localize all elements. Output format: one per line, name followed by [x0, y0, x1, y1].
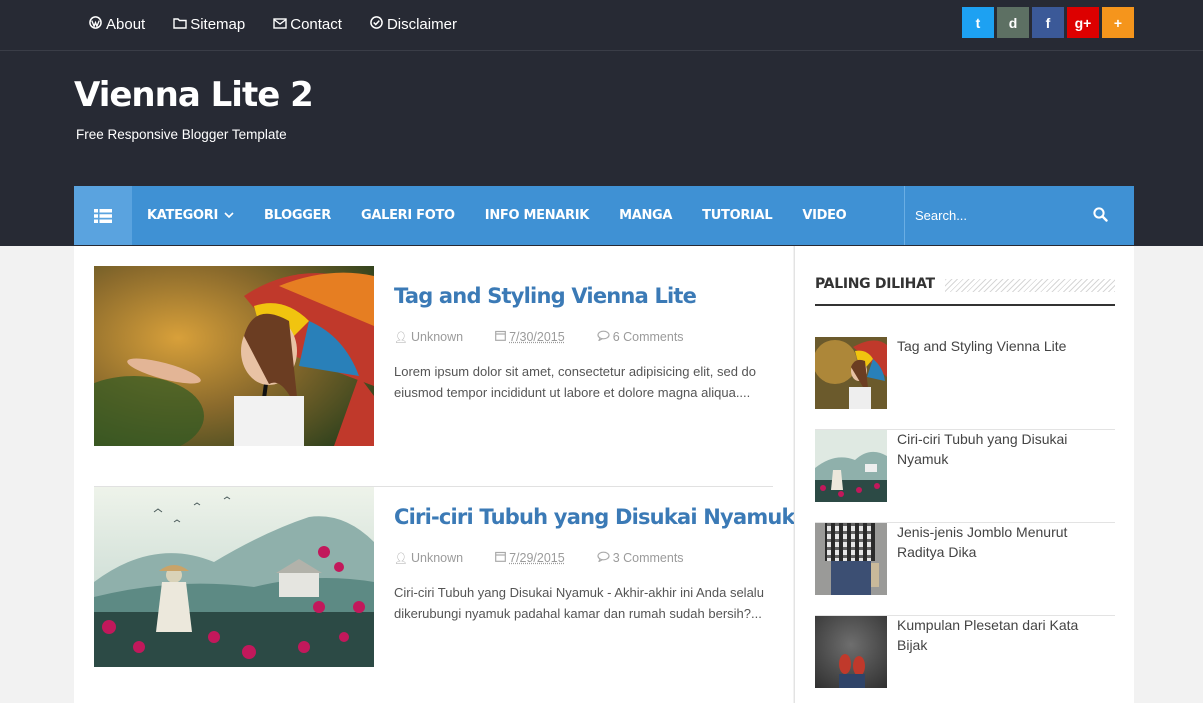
widget-title-text: PALING DILIHAT — [815, 276, 945, 292]
top-nav-about[interactable]: About — [88, 16, 145, 33]
twitter-button[interactable]: t — [962, 7, 994, 38]
popular-posts-heading: PALING DILIHAT — [815, 270, 1115, 306]
wordpress-icon — [88, 16, 103, 32]
deviantart-button[interactable]: d — [997, 7, 1029, 38]
popular-post-title[interactable]: Ciri-ciri Tubuh yang Disukai Nyamuk — [897, 430, 1107, 469]
nav-item-kategori[interactable]: KATEGORI — [147, 208, 234, 223]
main-nav: KATEGORI BLOGGER GALERI FOTO INFO MENARI… — [74, 186, 1134, 245]
post-date[interactable]: 7/30/2015 — [495, 330, 581, 344]
main-nav-items: KATEGORI BLOGGER GALERI FOTO INFO MENARI… — [147, 208, 876, 223]
post-title[interactable]: Ciri-ciri Tubuh yang Disukai Nyamuk — [394, 505, 796, 529]
check-circle-icon — [369, 16, 384, 32]
post-excerpt: Ciri-ciri Tubuh yang Disukai Nyamuk - Ak… — [394, 585, 764, 621]
top-nav-label: Disclaimer — [386, 15, 457, 33]
chevron-down-icon — [224, 212, 234, 219]
popular-post-item[interactable]: Jenis-jenis Jomblo Menurut Raditya Dika — [815, 523, 1115, 616]
nav-item-label: VIDEO — [802, 208, 847, 223]
post-meta: 👤︎ Unknown 7/30/2015 6 Comments — [394, 330, 716, 344]
post-comments[interactable]: 6 Comments — [597, 330, 700, 344]
heading-decoration — [925, 279, 1115, 292]
top-nav: About Sitemap Contact Disclaimer — [88, 0, 484, 48]
post-author-name: Unknown — [410, 551, 464, 565]
top-nav-label: About — [106, 15, 146, 33]
nav-item-label: BLOGGER — [264, 208, 331, 223]
popular-post-item[interactable]: Kumpulan Plesetan dari Kata Bijak — [815, 616, 1115, 703]
post-author[interactable]: 👤︎ Unknown — [394, 330, 479, 344]
popular-post-item[interactable]: Tag and Styling Vienna Lite — [815, 337, 1115, 430]
sidebar: PALING DILIHAT Tag and Styling Vienna Li… — [794, 246, 1134, 703]
facebook-icon: f — [1045, 14, 1051, 31]
popular-post-title[interactable]: Jenis-jenis Jomblo Menurut Raditya Dika — [897, 523, 1107, 562]
comments-icon — [597, 330, 610, 344]
post-thumbnail[interactable] — [94, 487, 374, 667]
top-nav-label: Contact — [290, 15, 342, 33]
nav-item-info-menarik[interactable]: INFO MENARIK — [484, 208, 590, 223]
post-comments-text: 3 Comments — [612, 551, 684, 565]
nav-item-label: KATEGORI — [147, 208, 219, 223]
twitter-icon: t — [975, 14, 981, 31]
facebook-button[interactable]: f — [1032, 7, 1064, 38]
popular-post-title[interactable]: Tag and Styling Vienna Lite — [897, 337, 1107, 357]
calendar-icon — [495, 330, 506, 344]
post-meta: 👤︎ Unknown 7/29/2015 3 Comments — [394, 551, 716, 565]
post-item: Ciri-ciri Tubuh yang Disukai Nyamuk 👤︎ Un… — [94, 487, 796, 703]
post-comments-text: 6 Comments — [612, 330, 684, 344]
top-nav-contact[interactable]: Contact — [272, 16, 342, 33]
envelope-icon — [272, 17, 287, 32]
deviantart-icon: d — [1008, 14, 1018, 31]
popular-post-title[interactable]: Kumpulan Plesetan dari Kata Bijak — [897, 616, 1107, 655]
post-date-text: 7/30/2015 — [509, 330, 565, 344]
google-plus-button[interactable]: g+ — [1067, 7, 1099, 38]
post-title[interactable]: Tag and Styling Vienna Lite — [394, 284, 697, 308]
post-date[interactable]: 7/29/2015 — [495, 551, 581, 565]
popular-post-thumbnail[interactable] — [815, 337, 887, 409]
social-buttons: t d f g+ + — [959, 7, 1134, 38]
top-nav-label: Sitemap — [190, 15, 246, 33]
more-share-button[interactable]: + — [1102, 7, 1134, 38]
site-branding: Vienna Lite 2 Free Responsive Blogger Te… — [74, 72, 314, 142]
post-author-name: Unknown — [410, 330, 464, 344]
post-item: Tag and Styling Vienna Lite 👤︎ Unknown 7/… — [94, 266, 773, 487]
nav-item-galeri-foto[interactable]: GALERI FOTO — [361, 208, 455, 223]
nav-item-video[interactable]: VIDEO — [802, 208, 846, 223]
nav-item-label: GALERI FOTO — [360, 208, 455, 223]
post-author[interactable]: 👤︎ Unknown — [394, 551, 479, 565]
search-input[interactable] — [915, 208, 1085, 223]
list-icon — [94, 208, 112, 223]
main-content: Tag and Styling Vienna Lite 👤︎ Unknown 7/… — [74, 246, 796, 703]
popular-post-thumbnail[interactable] — [815, 523, 887, 595]
folder-icon — [172, 17, 187, 32]
calendar-icon — [495, 551, 506, 565]
post-thumbnail[interactable] — [94, 266, 374, 446]
post-comments[interactable]: 3 Comments — [597, 551, 700, 565]
top-bar: About Sitemap Contact Disclaimer t d f g… — [0, 0, 1203, 51]
site-title[interactable]: Vienna Lite 2 — [74, 72, 314, 118]
top-nav-sitemap[interactable]: Sitemap — [172, 16, 245, 33]
plus-icon: + — [1113, 14, 1123, 31]
nav-item-label: INFO MENARIK — [484, 208, 590, 223]
nav-item-label: MANGA — [619, 208, 673, 223]
user-icon: 👤︎ — [394, 552, 408, 565]
search-icon[interactable] — [1093, 207, 1108, 222]
post-date-text: 7/29/2015 — [509, 551, 565, 565]
comments-icon — [597, 551, 610, 565]
menu-toggle-button[interactable] — [74, 186, 132, 245]
nav-item-label: TUTORIAL — [702, 208, 773, 223]
post-excerpt: Lorem ipsum dolor sit amet, consectetur … — [394, 364, 757, 400]
user-icon: 👤︎ — [394, 331, 408, 344]
nav-item-blogger[interactable]: BLOGGER — [264, 208, 331, 223]
popular-post-thumbnail[interactable] — [815, 616, 887, 688]
nav-item-manga[interactable]: MANGA — [619, 208, 672, 223]
google-plus-icon: g+ — [1074, 14, 1092, 31]
site-tagline: Free Responsive Blogger Template — [76, 127, 287, 142]
nav-item-tutorial[interactable]: TUTORIAL — [702, 208, 772, 223]
top-nav-disclaimer[interactable]: Disclaimer — [369, 16, 457, 33]
search-box — [904, 186, 1134, 245]
popular-post-thumbnail[interactable] — [815, 430, 887, 502]
popular-post-item[interactable]: Ciri-ciri Tubuh yang Disukai Nyamuk — [815, 430, 1115, 523]
